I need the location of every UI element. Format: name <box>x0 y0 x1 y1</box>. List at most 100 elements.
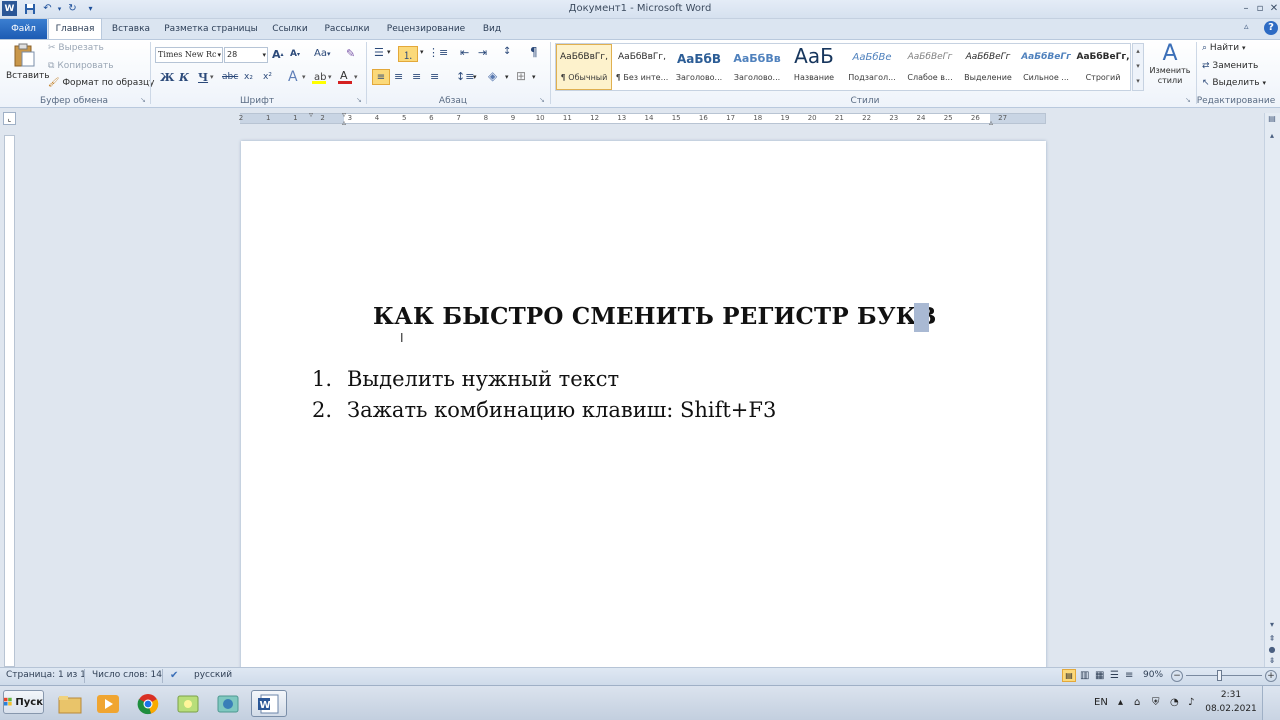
align-right-icon[interactable]: ≡ <box>412 70 421 83</box>
chevron-down-icon[interactable]: ▾ <box>420 48 424 56</box>
tab-mailings[interactable]: Рассылки <box>318 19 376 39</box>
vertical-ruler[interactable] <box>4 135 15 667</box>
highlight-icon[interactable]: ab <box>312 70 326 84</box>
change-styles-button[interactable]: A Изменить стили <box>1148 42 1192 92</box>
web-layout-icon[interactable]: ▦ <box>1095 670 1104 681</box>
previous-page-icon[interactable]: ⇞ <box>1266 634 1278 644</box>
app-icon[interactable] <box>210 690 246 717</box>
subscript-button[interactable]: x₂ <box>244 72 253 82</box>
change-case-button[interactable]: Aa ▾ <box>314 48 330 59</box>
chevron-down-icon[interactable]: ▾ <box>210 73 214 81</box>
hanging-indent-icon[interactable]: ▵ <box>342 118 346 127</box>
tab-file[interactable]: Файл <box>0 19 47 39</box>
tab-review[interactable]: Рецензирование <box>380 19 472 39</box>
browse-object-icon[interactable]: ● <box>1266 645 1278 655</box>
chevron-down-icon[interactable]: ▾ <box>328 73 332 81</box>
text-effects-icon[interactable]: A <box>288 69 298 85</box>
style-preview[interactable]: АаБ <box>787 44 841 68</box>
styles-launcher-icon[interactable]: ↘ <box>1185 96 1191 104</box>
list-item[interactable]: Выделить нужный текст <box>347 367 619 391</box>
chevron-down-icon[interactable]: ▾ <box>473 73 477 81</box>
style-preview[interactable]: АаБбВеГг <box>902 52 958 62</box>
style-preview[interactable]: АаБбВвГг, <box>614 52 670 62</box>
print-layout-icon[interactable]: ▤ <box>1062 669 1076 682</box>
clear-formatting-icon[interactable]: ✎ <box>346 47 355 60</box>
style-preview[interactable]: АаБбВеГг, <box>1076 52 1130 62</box>
style-name[interactable]: Слабое в... <box>902 73 958 82</box>
tab-insert[interactable]: Вставка <box>106 19 156 39</box>
right-indent-icon[interactable]: ▵ <box>989 118 993 127</box>
underline-button[interactable]: Ч <box>198 71 208 84</box>
wifi-icon[interactable]: ◔ <box>1170 697 1179 708</box>
next-page-icon[interactable]: ⇟ <box>1266 656 1278 666</box>
format-painter-button[interactable]: 🖌 Формат по образцу <box>48 78 154 88</box>
font-launcher-icon[interactable]: ↘ <box>356 96 362 104</box>
scroll-up-icon[interactable]: ▴ <box>1266 131 1278 143</box>
borders-icon[interactable]: ⊞ <box>516 69 526 83</box>
italic-button[interactable]: К <box>179 71 189 84</box>
clock-date[interactable]: 08.02.2021 <box>1205 704 1257 714</box>
volume-icon[interactable]: ♪ <box>1188 697 1194 708</box>
gallery-scroll[interactable]: ▴ ▾ ▾ <box>1132 43 1144 91</box>
vertical-scrollbar[interactable] <box>1264 113 1280 667</box>
show-desktop-button[interactable] <box>1262 686 1280 720</box>
ruler-toggle-icon[interactable]: ▤ <box>1266 114 1278 128</box>
strikethrough-button[interactable]: abc <box>222 72 238 82</box>
style-preview[interactable]: АаБбВв <box>729 52 785 65</box>
font-name-select[interactable]: Times New Rc ▾ <box>155 47 223 63</box>
style-name[interactable]: Выделение <box>960 73 1016 82</box>
multilevel-list-icon[interactable]: ⋮≡ <box>428 46 448 59</box>
tab-references[interactable]: Ссылки <box>266 19 314 39</box>
style-name[interactable]: Заголово... <box>672 73 726 82</box>
chevron-down-icon[interactable]: ▾ <box>354 73 358 81</box>
font-color-icon[interactable]: A <box>338 69 352 84</box>
justify-icon[interactable]: ≡ <box>430 70 439 83</box>
media-player-icon[interactable] <box>90 690 126 717</box>
shield-icon[interactable]: ⛨ <box>1152 697 1160 708</box>
first-line-indent-icon[interactable]: ▿ <box>309 110 313 119</box>
outline-icon[interactable]: ☰ <box>1110 670 1119 681</box>
word-count[interactable]: Число слов: 14 <box>92 670 162 680</box>
copy-button[interactable]: ⧉ Копировать <box>48 61 114 71</box>
cut-button[interactable]: ✂ Вырезать <box>48 43 104 53</box>
proofing-icon[interactable]: ✔ <box>170 670 178 681</box>
show-formatting-icon[interactable]: ¶ <box>530 45 538 59</box>
decrease-indent-icon[interactable]: ⇤ <box>460 46 469 59</box>
tab-home[interactable]: Главная <box>48 18 102 40</box>
bold-button[interactable]: Ж <box>160 71 174 84</box>
page-count[interactable]: Страница: 1 из 1 <box>6 670 86 680</box>
minimize-ribbon-icon[interactable]: ▵ <box>1244 22 1256 34</box>
sort-icon[interactable]: ↕ <box>503 46 511 57</box>
chevron-down-icon[interactable]: ▾ <box>302 73 306 81</box>
tab-view[interactable]: Вид <box>476 19 508 39</box>
line-spacing-icon[interactable]: ↕≡ <box>456 70 474 83</box>
increase-indent-icon[interactable]: ⇥ <box>478 46 487 59</box>
style-preview[interactable]: АаБбВ <box>672 52 726 66</box>
grow-font-icon[interactable]: A ▴ <box>272 48 284 61</box>
document-heading[interactable]: КАК БЫСТРО СМЕНИТЬ РЕГИСТР БУКВ <box>373 303 937 330</box>
shading-icon[interactable]: ◈ <box>488 69 497 83</box>
style-preview[interactable]: АаБбВеГг <box>1018 52 1074 62</box>
align-left-icon[interactable]: ≡ <box>372 69 390 85</box>
bullets-icon[interactable]: ☰ <box>374 46 384 59</box>
style-name[interactable]: Сильное ... <box>1018 73 1074 82</box>
game-icon[interactable] <box>170 690 206 717</box>
numbering-icon[interactable]: ⒈ <box>398 46 418 62</box>
style-preview[interactable]: АаБбВеГг <box>960 52 1016 62</box>
style-name[interactable]: ¶ Без инте... <box>614 73 670 82</box>
style-name[interactable]: Название <box>787 73 841 82</box>
chevron-down-icon[interactable]: ▾ <box>387 48 391 56</box>
style-name[interactable]: Строгий <box>1076 73 1130 82</box>
select-button[interactable]: ↖ Выделить ▾ <box>1202 78 1266 88</box>
chevron-down-icon[interactable]: ▾ <box>532 73 536 81</box>
chevron-down-icon[interactable]: ▾ <box>505 73 509 81</box>
tab-selector-icon[interactable]: ⌞ <box>3 112 16 125</box>
replace-button[interactable]: ⇄ Заменить <box>1202 61 1258 71</box>
draft-icon[interactable]: ≡ <box>1125 670 1133 681</box>
help-icon[interactable]: ? <box>1264 21 1278 35</box>
style-name[interactable]: ¶ Обычный <box>557 73 611 82</box>
style-preview[interactable]: АаБбВвГг, <box>557 52 611 62</box>
shrink-font-icon[interactable]: A ▾ <box>290 49 300 59</box>
style-name[interactable]: Заголово... <box>729 73 785 82</box>
style-preview[interactable]: АаБбВе <box>844 52 900 63</box>
